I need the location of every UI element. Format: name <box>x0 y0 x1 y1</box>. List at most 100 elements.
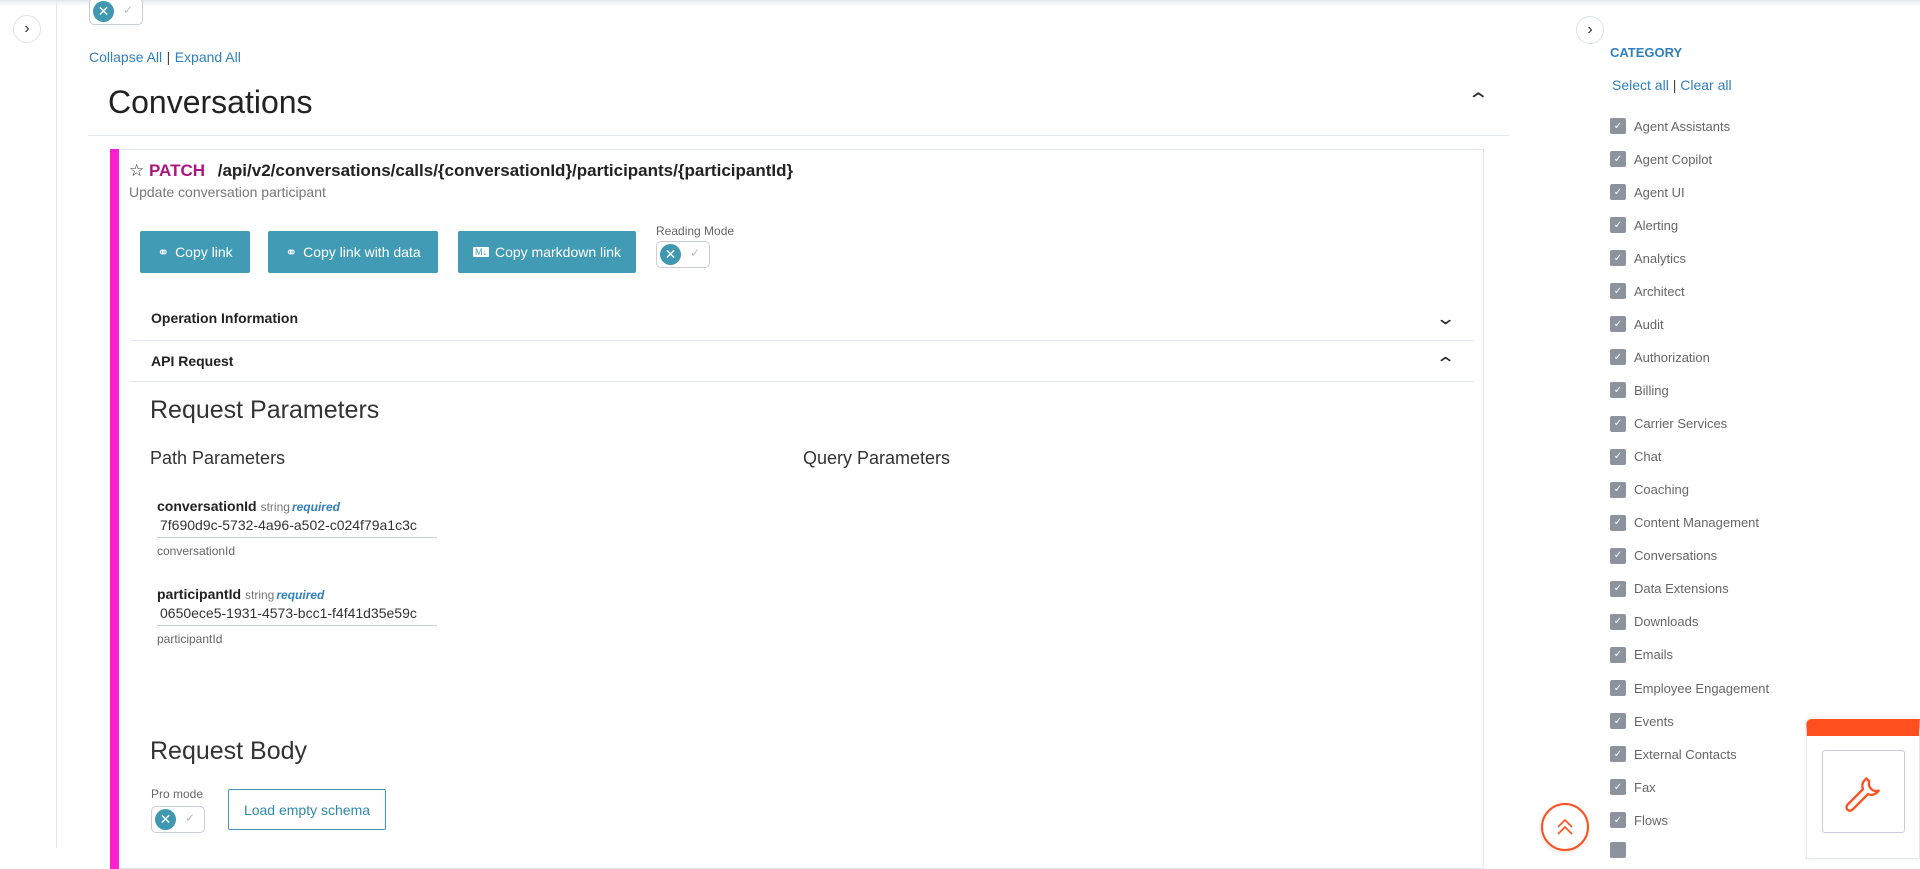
checkbox-checked-icon[interactable]: ✓ <box>1610 118 1626 134</box>
checkbox-checked-icon[interactable]: ✓ <box>1610 349 1626 366</box>
checkbox-checked-icon[interactable]: ✓ <box>1610 481 1626 498</box>
category-item[interactable]: ✓ Content Management <box>1610 514 1760 531</box>
category-item[interactable]: ✓ Data Extensions <box>1610 580 1729 597</box>
checkbox-checked-icon[interactable]: ✓ <box>1610 283 1626 300</box>
category-item[interactable]: ✓ Architect <box>1610 283 1685 300</box>
category-item[interactable]: ✓ Agent Copilot <box>1610 151 1712 168</box>
conversationId-input[interactable]: 7f690d9c-5732-4a96-a502-c024f79a1c3c <box>157 517 437 538</box>
chevron-up-icon[interactable]: ⌃ <box>1435 354 1456 375</box>
category-item[interactable]: ✓ Analytics <box>1610 250 1686 267</box>
checkbox-checked-icon[interactable]: ✓ <box>1610 779 1626 796</box>
category-label: Events <box>1634 713 1674 729</box>
load-empty-schema-button[interactable]: Load empty schema <box>228 789 386 830</box>
scroll-to-top-button[interactable] <box>1541 803 1589 851</box>
section-title: Conversations <box>108 84 313 120</box>
method-badge: PATCH <box>148 161 206 180</box>
category-item[interactable]: ✓ Conversations <box>1610 547 1717 564</box>
category-label: Content Management <box>1634 515 1760 531</box>
x-icon: ✕ <box>93 1 114 22</box>
checkbox-checked-icon[interactable]: ✓ <box>1610 680 1626 697</box>
expand-all-link[interactable]: Expand All <box>175 49 241 65</box>
param-label: conversationId <box>157 544 236 558</box>
collapse-all-link[interactable]: Collapse All <box>89 49 162 65</box>
category-label: Chat <box>1634 449 1662 465</box>
query-parameters-heading: Query Parameters <box>803 448 951 468</box>
category-item[interactable]: ✓ Chat <box>1610 448 1662 465</box>
checkbox-checked-icon[interactable]: ✓ <box>1610 746 1626 763</box>
category-item[interactable]: ✓ External Contacts <box>1610 746 1737 763</box>
category-item[interactable]: ✓ Agent UI <box>1610 184 1685 201</box>
clear-all-link[interactable]: Clear all <box>1680 77 1731 93</box>
checkbox-checked-icon[interactable]: ✓ <box>1610 382 1626 399</box>
category-item[interactable]: ✓ Downloads <box>1610 613 1698 630</box>
param-required: required <box>291 500 340 514</box>
category-item[interactable]: ✓ Employee Engagement <box>1610 680 1769 697</box>
checkbox-checked-icon[interactable]: ✓ <box>1610 547 1626 564</box>
top-toggle[interactable]: ✕ ✓ <box>89 0 143 25</box>
category-item-partial[interactable] <box>1610 842 1626 858</box>
star-icon[interactable]: ☆ <box>129 161 144 180</box>
category-label: Audit <box>1634 316 1664 332</box>
category-item[interactable]: ✓ Coaching <box>1610 481 1689 498</box>
select-all-link[interactable]: Select all <box>1612 77 1669 93</box>
reading-mode-label: Reading Mode <box>656 224 735 238</box>
param-label: participantId <box>157 632 223 646</box>
api-request-header[interactable]: API Request <box>151 353 233 369</box>
path-parameters-heading: Path Parameters <box>150 448 286 468</box>
double-chevron-up-icon <box>1557 818 1573 835</box>
param-participantId: participantId string required 0650ece5-193… <box>157 586 437 646</box>
collapse-section-chevron-up-icon[interactable]: ⌃ <box>1467 88 1490 113</box>
category-item[interactable]: ✓ Agent Assistants <box>1610 118 1730 134</box>
copy-markdown-link-button[interactable]: M↓ Copy markdown link <box>458 231 636 273</box>
checkbox-checked-icon[interactable]: ✓ <box>1610 646 1626 663</box>
pro-mode-toggle[interactable]: ✕ ✓ <box>151 806 205 833</box>
category-item[interactable]: ✓ Alerting <box>1610 217 1678 234</box>
separator: | <box>1672 77 1677 93</box>
checkbox-checked-icon[interactable]: ✓ <box>1610 184 1626 201</box>
checkbox-checked-icon[interactable]: ✓ <box>1610 151 1626 168</box>
checkbox-checked-icon[interactable]: ✓ <box>1610 580 1626 597</box>
copy-link-with-data-button[interactable]: ⚭ Copy link with data <box>268 231 438 273</box>
category-label: Emails <box>1634 647 1674 663</box>
operation-information-header[interactable]: Operation Information <box>151 310 298 326</box>
category-item[interactable]: ✓ Fax <box>1610 779 1656 796</box>
checkbox-checked-icon[interactable]: ✓ <box>1610 316 1626 333</box>
param-name: participantId <box>157 586 242 602</box>
param-type: string <box>260 500 290 514</box>
param-name: conversationId <box>157 498 257 514</box>
category-item[interactable]: ✓ Authorization <box>1610 349 1710 366</box>
operation-path: /api/v2/conversations/calls/{conversatio… <box>217 161 794 180</box>
checkbox-checked-icon[interactable]: ✓ <box>1610 250 1626 267</box>
checkbox-checked-icon[interactable]: ✓ <box>1610 217 1626 234</box>
category-item[interactable]: ✓ Carrier Services <box>1610 415 1727 432</box>
request-body-heading: Request Body <box>150 737 308 765</box>
request-parameters-heading: Request Parameters <box>150 396 380 424</box>
category-label: Coaching <box>1634 482 1689 498</box>
category-item[interactable]: ✓ Flows <box>1610 812 1668 829</box>
checkbox-checked-icon[interactable]: ✓ <box>1610 448 1626 465</box>
checkbox-checked-icon[interactable]: ✓ <box>1610 514 1626 531</box>
copy-link-button[interactable]: ⚭ Copy link <box>140 231 250 273</box>
checkbox-checked-icon[interactable]: ✓ <box>1610 713 1626 730</box>
pro-mode-label: Pro mode <box>151 787 204 801</box>
divider <box>130 340 1474 341</box>
checkbox-checked-icon[interactable]: ✓ <box>1610 613 1626 630</box>
category-item[interactable]: ✓ Events <box>1610 713 1674 730</box>
expand-left-panel-button[interactable]: › <box>13 15 41 43</box>
top-shadow <box>0 0 1920 6</box>
category-label: Agent UI <box>1634 184 1685 200</box>
category-item[interactable]: ✓ Audit <box>1610 316 1664 333</box>
reading-mode-toggle[interactable]: ✕ ✓ <box>656 241 710 268</box>
category-item[interactable]: ✓ Billing <box>1610 382 1669 399</box>
checkbox-checked-icon[interactable]: ✓ <box>1610 415 1626 432</box>
tools-button[interactable] <box>1822 750 1905 833</box>
method-stripe <box>110 149 119 869</box>
category-item[interactable]: ✓ Emails <box>1610 646 1674 663</box>
participantId-input[interactable]: 0650ece5-1931-4573-bcc1-f4f41d35e59c <box>157 605 437 626</box>
checkbox[interactable] <box>1610 842 1626 858</box>
select-clear-links: Select all | Clear all <box>1612 77 1732 93</box>
chevron-down-icon[interactable]: ⌃ <box>1435 306 1456 327</box>
collapse-right-panel-button[interactable]: › <box>1576 16 1604 44</box>
checkbox-checked-icon[interactable]: ✓ <box>1610 812 1626 829</box>
check-icon: ✓ <box>122 3 133 17</box>
